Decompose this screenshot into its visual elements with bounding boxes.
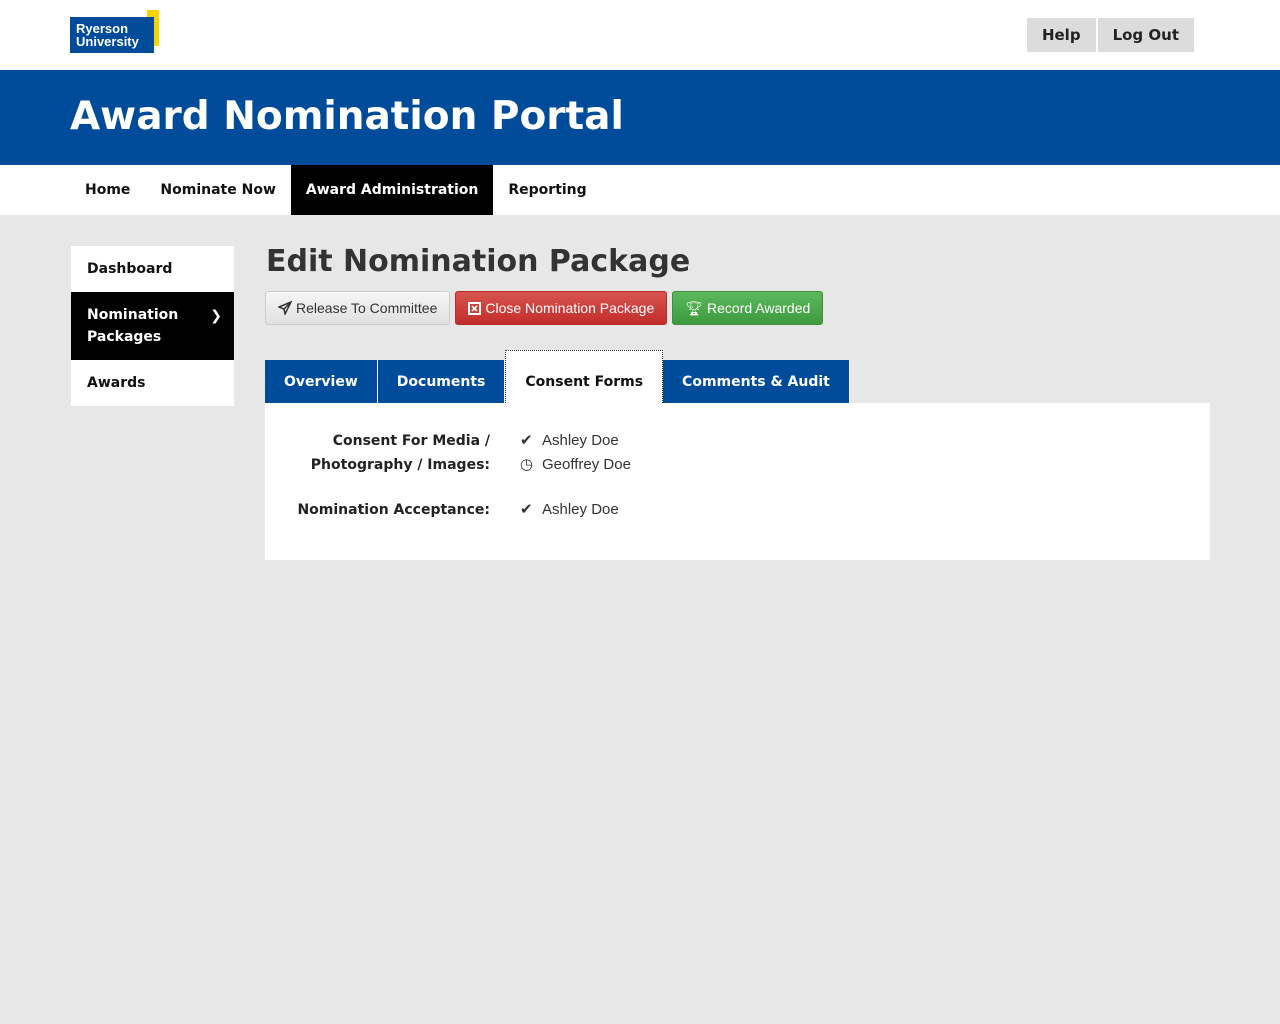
chevron-right-icon: ❯	[210, 305, 222, 327]
ryerson-logo[interactable]: RyersonUniversity	[70, 10, 160, 53]
top-bar: RyersonUniversity Help Log Out	[0, 0, 1280, 70]
consent-name: Ashley Doe	[542, 501, 619, 518]
page-title: Edit Nomination Package	[266, 244, 690, 279]
clock-icon: ◷	[520, 453, 542, 477]
button-label: Release To Committee	[296, 300, 437, 316]
button-label: Record Awarded	[707, 300, 810, 316]
sidebar-item-awards[interactable]: Awards	[71, 360, 234, 406]
sidebar-item-label: Dashboard	[87, 261, 172, 277]
close-box-icon	[468, 302, 481, 315]
check-icon: ✔	[520, 429, 542, 453]
paper-plane-icon	[278, 301, 292, 315]
nav-home[interactable]: Home	[70, 165, 145, 215]
button-label: Close Nomination Package	[485, 300, 654, 316]
record-awarded-button[interactable]: 🏆︎Record Awarded	[672, 291, 823, 325]
nomination-acceptance-label: Nomination Acceptance:	[265, 498, 490, 522]
consent-entry: ✔Ashley Doe	[520, 498, 619, 522]
consent-name: Ashley Doe	[542, 432, 619, 449]
consent-name: Geoffrey Doe	[542, 456, 631, 473]
tab-consent-forms[interactable]: Consent Forms	[505, 350, 663, 403]
consent-forms-panel: Consent For Media / Photography / Images…	[265, 403, 1210, 560]
check-icon: ✔	[520, 498, 542, 522]
tab-documents[interactable]: Documents	[378, 360, 506, 403]
nav-reporting[interactable]: Reporting	[493, 165, 601, 215]
consent-entry: ✔Ashley Doe	[520, 429, 631, 453]
page-banner-title: Award Nomination Portal	[0, 70, 1280, 165]
sidebar: Dashboard Nomination Packages ❯ Awards	[71, 246, 234, 406]
help-button[interactable]: Help	[1027, 18, 1096, 52]
sidebar-item-label: Nomination Packages	[87, 304, 187, 348]
release-to-committee-button[interactable]: Release To Committee	[265, 291, 450, 325]
main-nav: Home Nominate Now Award Administration R…	[0, 165, 1280, 215]
logout-button[interactable]: Log Out	[1098, 18, 1194, 52]
consent-entry: ◷Geoffrey Doe	[520, 453, 631, 477]
close-nomination-package-button[interactable]: Close Nomination Package	[455, 291, 667, 325]
consent-media-label: Consent For Media / Photography / Images…	[265, 429, 490, 477]
trophy-icon: 🏆︎	[685, 300, 703, 317]
tab-comments-audit[interactable]: Comments & Audit	[663, 360, 850, 403]
tab-overview[interactable]: Overview	[265, 360, 378, 403]
sidebar-item-dashboard[interactable]: Dashboard	[71, 246, 234, 292]
nav-nominate-now[interactable]: Nominate Now	[145, 165, 290, 215]
sidebar-item-nomination-packages[interactable]: Nomination Packages ❯	[71, 292, 234, 360]
nav-award-administration[interactable]: Award Administration	[291, 165, 493, 215]
sidebar-item-label: Awards	[87, 375, 145, 391]
